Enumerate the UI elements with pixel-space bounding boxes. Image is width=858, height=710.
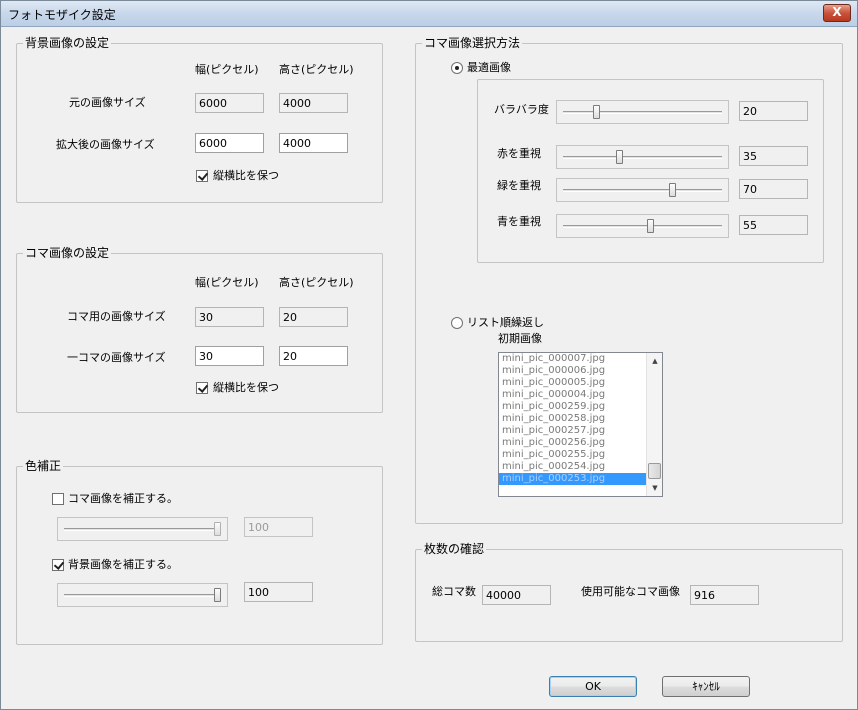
variance-slider-track: [563, 111, 722, 114]
tile-correction-value[interactable]: [244, 517, 313, 537]
list-item[interactable]: mini_pic_000004.jpg: [499, 389, 646, 401]
blue-weight-label: 青を重視: [497, 215, 541, 228]
initial-image-label: 初期画像: [498, 332, 542, 345]
tile-size-label: 一コマの画像サイズ: [67, 351, 166, 364]
background-correction-checkbox[interactable]: [52, 559, 64, 571]
list-item[interactable]: mini_pic_000253.jpg: [499, 473, 646, 485]
tile-width-field[interactable]: [195, 346, 264, 366]
background-correction-slider[interactable]: [57, 583, 228, 607]
background-keep-ratio-label[interactable]: 縦横比を保つ: [213, 169, 279, 183]
blue-weight-slider-thumb[interactable]: [647, 219, 654, 233]
original-size-label: 元の画像サイズ: [69, 96, 146, 109]
scroll-down-icon[interactable]: ▼: [647, 480, 662, 496]
list-item[interactable]: mini_pic_000255.jpg: [499, 449, 646, 461]
color-group-title: 色補正: [23, 459, 64, 473]
photomosaic-settings-dialog: フォトモザイク設定 X 背景画像の設定 幅(ピクセル) 高さ(ピクセル) 元の画…: [0, 0, 858, 710]
variance-slider-thumb[interactable]: [593, 105, 600, 119]
available-tiles-label: 使用可能なコマ画像: [581, 585, 680, 598]
enlarged-width-field[interactable]: [195, 133, 264, 153]
list-item[interactable]: mini_pic_000259.jpg: [499, 401, 646, 413]
list-item[interactable]: mini_pic_000005.jpg: [499, 377, 646, 389]
variance-slider[interactable]: [556, 100, 729, 124]
cancel-button[interactable]: ｷｬﾝｾﾙ: [662, 676, 750, 697]
close-button[interactable]: X: [823, 4, 851, 22]
list-item[interactable]: mini_pic_000254.jpg: [499, 461, 646, 473]
selection-group-title: コマ画像選択方法: [422, 36, 523, 50]
background-correction-slider-thumb[interactable]: [214, 588, 221, 602]
list-item[interactable]: mini_pic_000007.jpg: [499, 353, 646, 365]
blue-weight-slider-track: [563, 225, 722, 228]
optimal-image-radio[interactable]: [451, 62, 463, 74]
list-repeat-radio[interactable]: [451, 317, 463, 329]
red-weight-value[interactable]: [739, 146, 808, 166]
background-height-header: 高さ(ピクセル): [279, 63, 354, 76]
green-weight-slider-track: [563, 189, 722, 192]
total-tiles-value[interactable]: [482, 585, 551, 605]
blue-weight-slider[interactable]: [556, 214, 729, 238]
background-correction-label[interactable]: 背景画像を補正する。: [68, 558, 178, 572]
tile-keep-ratio-label[interactable]: 縦横比を保つ: [213, 381, 279, 395]
tile-height-header: 高さ(ピクセル): [279, 276, 354, 289]
background-group-title: 背景画像の設定: [23, 36, 112, 50]
variance-label: バラバラ度: [494, 103, 549, 116]
original-height-field[interactable]: [279, 93, 348, 113]
tile-correction-label[interactable]: コマ画像を補正する。: [68, 492, 178, 506]
tile-height-field[interactable]: [279, 346, 348, 366]
tile-source-height-field[interactable]: [279, 307, 348, 327]
ok-button[interactable]: OK: [549, 676, 637, 697]
red-weight-slider[interactable]: [556, 145, 729, 169]
list-item[interactable]: mini_pic_000258.jpg: [499, 413, 646, 425]
scroll-thumb[interactable]: [648, 463, 661, 479]
green-weight-value[interactable]: [739, 179, 808, 199]
background-width-header: 幅(ピクセル): [195, 63, 259, 76]
tile-group-title: コマ画像の設定: [23, 246, 112, 260]
green-weight-slider-thumb[interactable]: [669, 183, 676, 197]
tile-source-width-field[interactable]: [195, 307, 264, 327]
tile-correction-slider-thumb[interactable]: [214, 522, 221, 536]
red-weight-label: 赤を重視: [497, 147, 541, 160]
title-bar[interactable]: フォトモザイク設定 X: [1, 1, 857, 27]
tile-correction-slider[interactable]: [57, 517, 228, 541]
list-item[interactable]: mini_pic_000256.jpg: [499, 437, 646, 449]
enlarged-size-label: 拡大後の画像サイズ: [56, 138, 155, 151]
blue-weight-value[interactable]: [739, 215, 808, 235]
enlarged-height-field[interactable]: [279, 133, 348, 153]
tile-correction-slider-track: [64, 528, 221, 531]
file-list: mini_pic_000007.jpg mini_pic_000006.jpg mi…: [499, 353, 646, 485]
window-title: フォトモザイク設定: [8, 8, 116, 22]
listbox-scrollbar[interactable]: ▲ ▼: [646, 353, 662, 496]
tile-width-header: 幅(ピクセル): [195, 276, 259, 289]
background-correction-value[interactable]: [244, 582, 313, 602]
initial-image-listbox[interactable]: mini_pic_000007.jpg mini_pic_000006.jpg mi…: [498, 352, 663, 497]
variance-value[interactable]: [739, 101, 808, 121]
count-group-title: 枚数の確認: [422, 542, 487, 556]
red-weight-slider-thumb[interactable]: [616, 150, 623, 164]
list-item[interactable]: mini_pic_000257.jpg: [499, 425, 646, 437]
list-item[interactable]: mini_pic_000006.jpg: [499, 365, 646, 377]
tile-source-size-label: コマ用の画像サイズ: [67, 310, 166, 323]
tile-keep-ratio-checkbox[interactable]: [196, 382, 208, 394]
optimal-image-label[interactable]: 最適画像: [467, 61, 511, 75]
scroll-up-icon[interactable]: ▲: [647, 353, 662, 369]
green-weight-slider[interactable]: [556, 178, 729, 202]
available-tiles-value[interactable]: [690, 585, 759, 605]
tile-correction-checkbox[interactable]: [52, 493, 64, 505]
background-correction-slider-track: [64, 594, 221, 597]
list-repeat-label[interactable]: リスト順繰返し: [467, 316, 544, 330]
background-keep-ratio-checkbox[interactable]: [196, 170, 208, 182]
green-weight-label: 緑を重視: [497, 179, 541, 192]
total-tiles-label: 総コマ数: [432, 585, 476, 598]
original-width-field[interactable]: [195, 93, 264, 113]
red-weight-slider-track: [563, 156, 722, 159]
